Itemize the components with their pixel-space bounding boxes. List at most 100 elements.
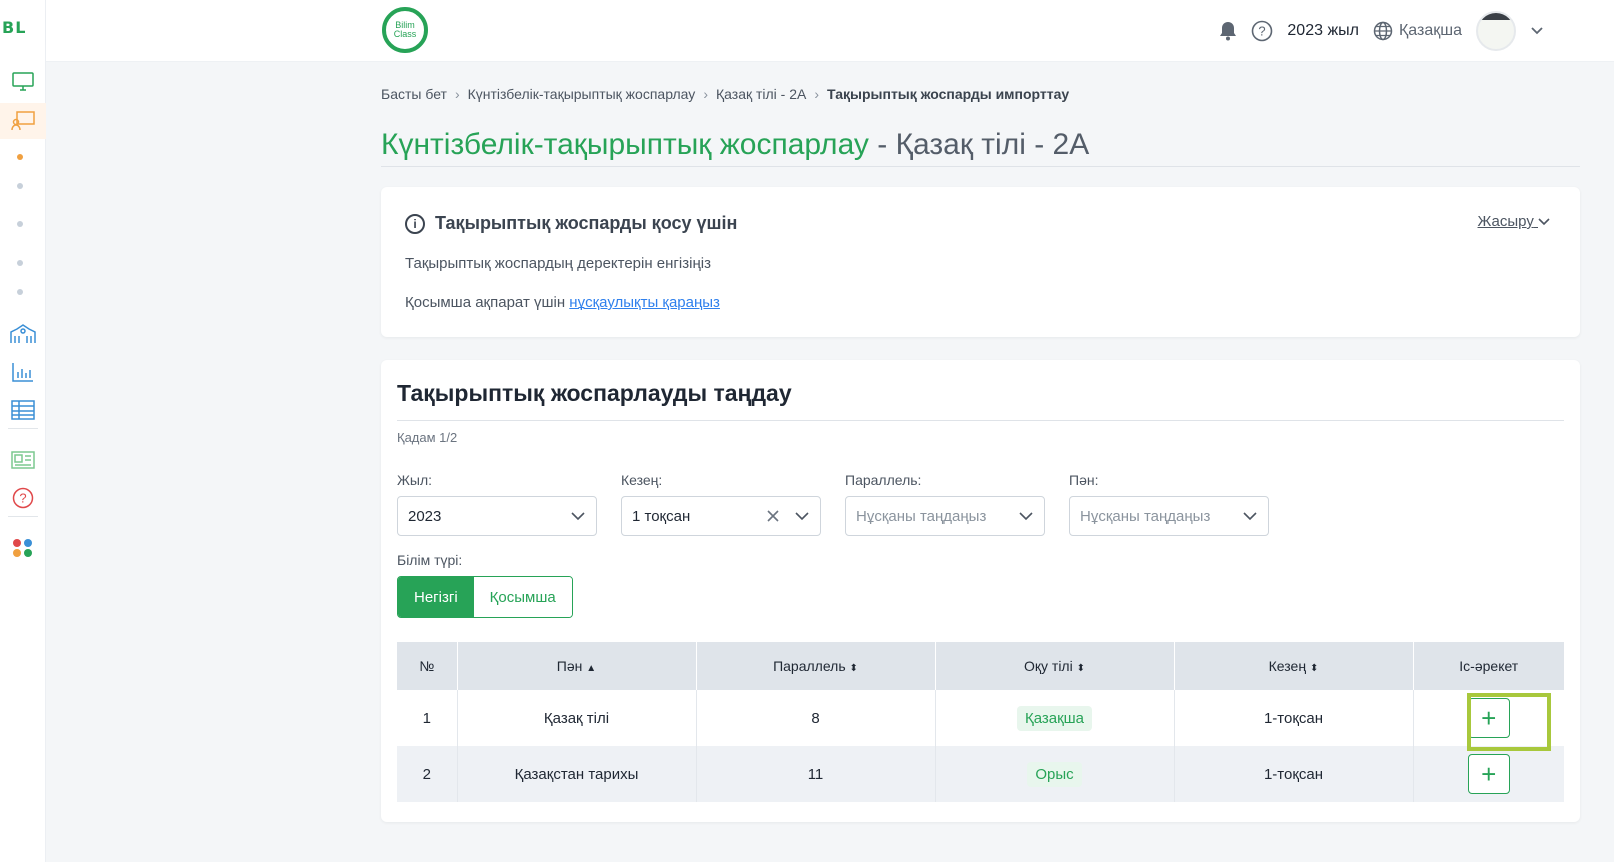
sidebar-item-news[interactable] xyxy=(0,442,46,478)
column-header-language[interactable]: Оқу тілі ⬍ xyxy=(935,642,1175,690)
subject-label: Пән: xyxy=(1069,472,1099,488)
sort-asc-icon: ▲ xyxy=(586,663,597,674)
apps-grid-icon xyxy=(13,539,32,557)
table-icon xyxy=(11,400,35,420)
edu-type-extra-button[interactable]: Қосымша xyxy=(473,577,572,617)
year-selector[interactable]: 2023 жыл xyxy=(1287,22,1359,40)
sidebar-subitem-4[interactable] xyxy=(17,260,23,266)
language-selector[interactable]: Қазақша xyxy=(1373,21,1462,41)
cell-subject: Қазақстан тарихы xyxy=(457,746,697,802)
year-select[interactable]: 2023 xyxy=(397,496,597,536)
chevron-down-icon[interactable] xyxy=(1530,26,1544,36)
column-header-no: № xyxy=(397,642,458,690)
column-header-subject[interactable]: Пән ▲ xyxy=(457,642,697,690)
column-header-action: Іс-әрекет xyxy=(1413,642,1564,690)
globe-icon xyxy=(1373,21,1393,41)
sidebar-item-monitor[interactable] xyxy=(0,64,46,100)
chevron-down-icon xyxy=(795,512,809,521)
subject-placeholder: Нұсқаны таңдаңыз xyxy=(1080,507,1211,525)
cell-period: 1-тоқсан xyxy=(1174,690,1414,746)
column-header-parallel[interactable]: Параллель ⬍ xyxy=(696,642,936,690)
period-field: Кезең: 1 тоқсан xyxy=(621,472,821,536)
column-header-period[interactable]: Кезең ⬍ xyxy=(1174,642,1414,690)
step-indicator: Қадам 1/2 xyxy=(397,430,458,445)
top-header: Bilim Class ? 2023 жыл Қазақша xyxy=(46,0,1614,62)
column-header-parallel-label: Параллель xyxy=(773,658,846,674)
parallel-select[interactable]: Нұсқаны таңдаңыз xyxy=(845,496,1045,536)
selection-title: Тақырыптық жоспарлауды таңдау xyxy=(397,380,792,406)
sidebar-item-stats[interactable] xyxy=(0,354,46,390)
cell-parallel: 8 xyxy=(696,690,936,746)
table-row: 2 Қазақстан тарихы 11 Орыс 1-тоқсан + xyxy=(397,746,1564,802)
sort-icon: ⬍ xyxy=(1309,663,1319,674)
sidebar-subitem-1[interactable] xyxy=(17,154,23,160)
monitor-icon xyxy=(12,72,34,91)
cell-action: + xyxy=(1413,746,1564,802)
language-badge: Орыс xyxy=(1027,761,1082,787)
edu-type-main-button[interactable]: Негізгі xyxy=(398,577,474,617)
avatar[interactable] xyxy=(1476,11,1516,51)
instructions-link[interactable]: нұсқаулықты қараңыз xyxy=(569,294,720,311)
info-heading: i Тақырыптық жоспарды қосу үшін xyxy=(405,213,737,234)
brand-logo[interactable]: Bilim Class xyxy=(382,7,428,53)
school-icon xyxy=(10,324,36,343)
page-title: Күнтізбелік-тақырыптық жоспарлау - Қазақ… xyxy=(381,128,1089,162)
parallel-placeholder: Нұсқаны таңдаңыз xyxy=(856,507,987,525)
add-plan-button[interactable]: + xyxy=(1467,754,1510,794)
year-label: Жыл: xyxy=(397,472,433,488)
chevron-down-icon xyxy=(571,512,585,521)
language-badge: Қазақша xyxy=(1016,705,1093,731)
sidebar: BL ? xyxy=(0,0,46,862)
edu-type-label: Білім түрі: xyxy=(397,552,463,568)
sidebar-subitem-5[interactable] xyxy=(17,289,23,295)
period-label: Кезең: xyxy=(621,472,663,488)
sidebar-subitem-3[interactable] xyxy=(17,221,23,227)
info-help-text: Қосымша ақпарат үшін нұсқаулықты қараңыз xyxy=(405,294,720,311)
breadcrumb-current: Тақырыптық жоспарды импорттау xyxy=(827,86,1070,102)
svg-text:?: ? xyxy=(19,491,26,506)
cell-language: Қазақша xyxy=(935,690,1175,746)
plans-table: № Пән ▲ Параллель ⬍ Оқу тілі ⬍ Кезең ⬍ І… xyxy=(397,642,1564,802)
selection-panel: Тақырыптық жоспарлауды таңдау Қадам 1/2 … xyxy=(381,360,1580,822)
newspaper-icon xyxy=(11,451,35,469)
sidebar-logo[interactable]: BL xyxy=(2,18,42,40)
title-divider xyxy=(381,166,1580,167)
subject-select[interactable]: Нұсқаны таңдаңыз xyxy=(1069,496,1269,536)
sidebar-subitem-2[interactable] xyxy=(17,183,23,189)
period-value: 1 тоқсан xyxy=(632,507,691,525)
chevron-down-icon xyxy=(1538,218,1550,226)
clear-icon[interactable] xyxy=(766,507,780,525)
selection-divider xyxy=(397,420,1564,421)
sidebar-item-help[interactable]: ? xyxy=(0,480,46,516)
sidebar-item-school[interactable] xyxy=(0,316,46,352)
header-actions: ? 2023 жыл Қазақша xyxy=(1219,11,1544,51)
sidebar-item-teaching[interactable] xyxy=(0,103,46,139)
help-circle-icon[interactable]: ? xyxy=(1251,20,1273,42)
chevron-down-icon xyxy=(1019,512,1033,521)
sidebar-divider xyxy=(8,428,38,429)
edu-type-toggle: Негізгі Қосымша xyxy=(397,576,573,618)
page-title-rest: - Қазақ тілі - 2А xyxy=(868,128,1090,161)
sort-icon: ⬍ xyxy=(849,663,858,674)
cell-period: 1-тоқсан xyxy=(1174,746,1414,802)
bar-chart-icon xyxy=(12,363,33,382)
info-panel: i Тақырыптық жоспарды қосу үшін Жасыру Т… xyxy=(381,187,1580,337)
sidebar-item-table[interactable] xyxy=(0,392,46,428)
breadcrumb-home[interactable]: Басты бет xyxy=(381,86,447,102)
bell-icon[interactable] xyxy=(1219,21,1237,41)
brand-logo-text: Bilim Class xyxy=(393,20,417,39)
cell-parallel: 11 xyxy=(696,746,936,802)
breadcrumb: Басты бет › Күнтізбелік-тақырыптық жоспа… xyxy=(381,86,1069,102)
period-select[interactable]: 1 тоқсан xyxy=(621,496,821,536)
table-header-row: № Пән ▲ Параллель ⬍ Оқу тілі ⬍ Кезең ⬍ І… xyxy=(397,642,1564,690)
parallel-label: Параллель: xyxy=(845,472,922,488)
column-header-language-label: Оқу тілі xyxy=(1024,658,1073,674)
info-icon: i xyxy=(405,213,425,234)
breadcrumb-separator-icon: › xyxy=(814,86,820,102)
breadcrumb-planning[interactable]: Күнтізбелік-тақырыптық жоспарлау xyxy=(468,86,696,102)
breadcrumb-subject[interactable]: Қазақ тілі - 2А xyxy=(716,86,806,102)
sidebar-item-apps[interactable] xyxy=(0,530,46,566)
language-label: Қазақша xyxy=(1398,22,1462,39)
hide-info-button[interactable]: Жасыру xyxy=(1478,213,1551,230)
column-header-period-label: Кезең xyxy=(1268,658,1307,674)
